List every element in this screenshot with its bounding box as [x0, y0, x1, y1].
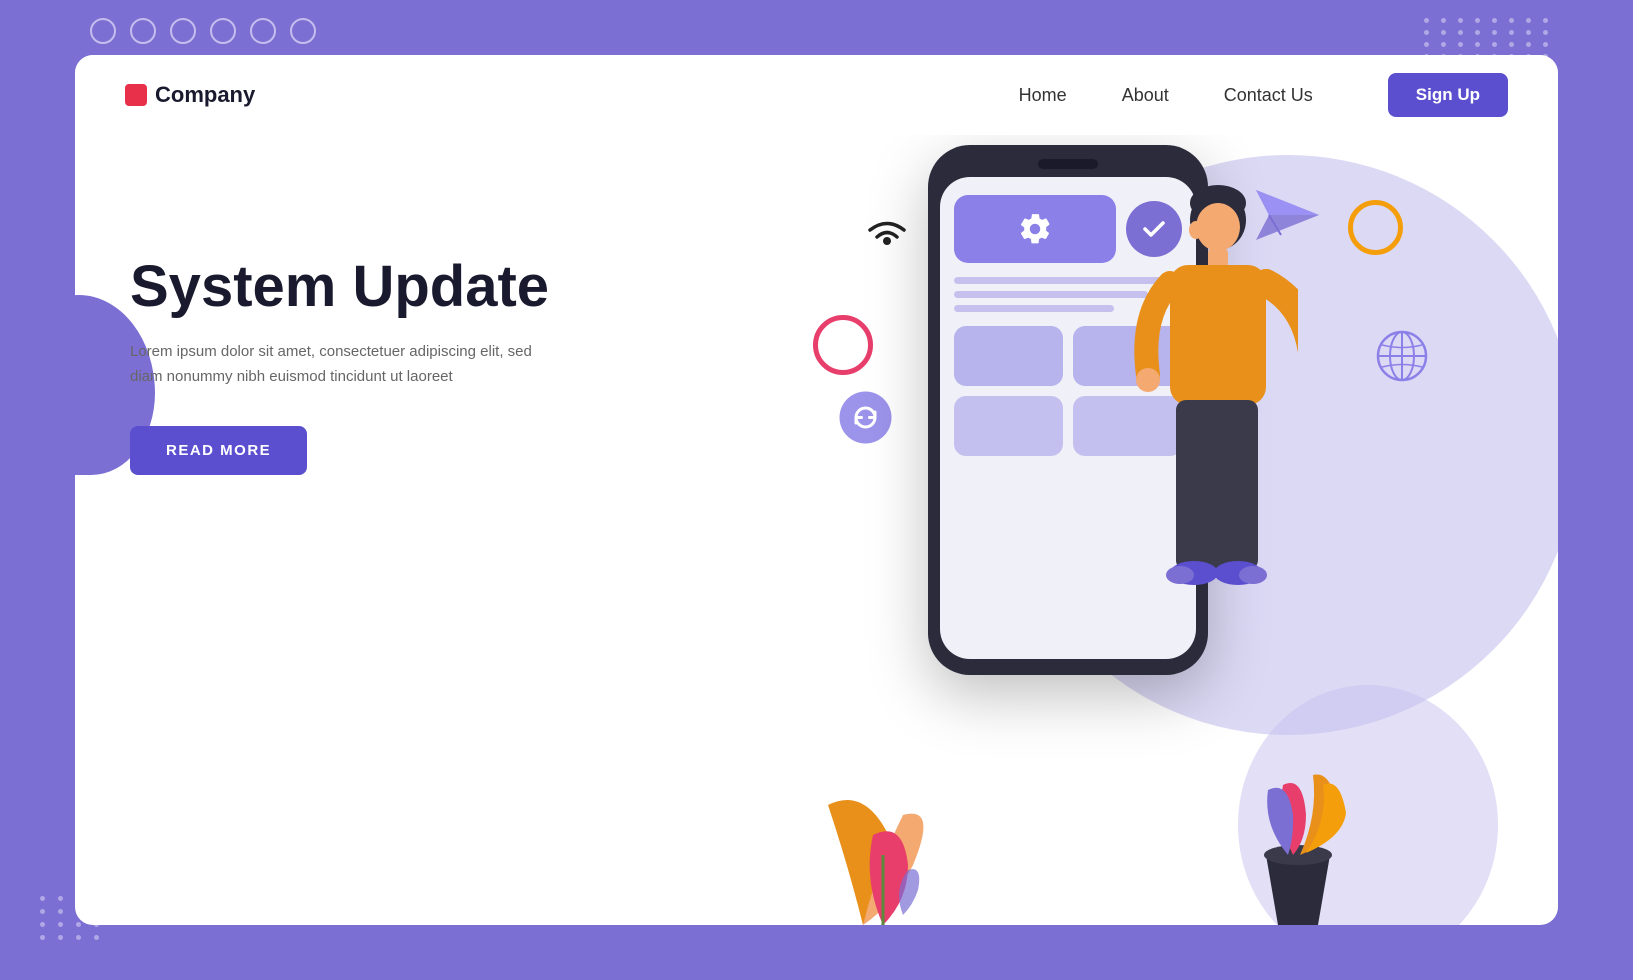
- logo-area: Company: [125, 82, 1019, 108]
- deco-dots-top-right: [1424, 18, 1553, 59]
- deco-circles-top-left: [90, 18, 316, 44]
- logo-text: Company: [155, 82, 255, 108]
- deco-circle-1: [90, 18, 116, 44]
- readmore-button[interactable]: READ MORE: [130, 426, 307, 475]
- deco-circle-6: [290, 18, 316, 44]
- phone-grid-item-1: [954, 326, 1063, 386]
- gear-icon: [1017, 211, 1053, 247]
- hero-text-area: System Update Lorem ipsum dolor sit amet…: [130, 255, 550, 475]
- wifi-icon: [863, 215, 911, 263]
- illustration-area: ✦ ✦: [658, 135, 1558, 925]
- sync-icon: [838, 390, 893, 445]
- globe-icon: [1376, 330, 1428, 382]
- hero-title: System Update: [130, 255, 550, 319]
- hero-subtitle: Lorem ipsum dolor sit amet, consectetuer…: [130, 339, 550, 390]
- plants-left-svg: [808, 705, 968, 925]
- plants-right-svg: [1228, 725, 1368, 925]
- logo-icon: [125, 84, 147, 106]
- pink-ring-decoration: [813, 315, 873, 375]
- nav-about[interactable]: About: [1122, 85, 1169, 106]
- phone-grid-item-3: [954, 396, 1063, 456]
- plants-right: [1228, 725, 1368, 925]
- deco-circle-5: [250, 18, 276, 44]
- deco-circle-3: [170, 18, 196, 44]
- hero-section: System Update Lorem ipsum dolor sit amet…: [75, 135, 1558, 925]
- phone-notch: [1038, 159, 1098, 169]
- main-card: Company Home About Contact Us Sign Up Sy…: [75, 55, 1558, 925]
- nav-home[interactable]: Home: [1019, 85, 1067, 106]
- phone-gear-card: [954, 195, 1116, 263]
- person-svg: [1098, 165, 1298, 655]
- signup-button[interactable]: Sign Up: [1388, 73, 1508, 117]
- deco-circle-4: [210, 18, 236, 44]
- person-figure: [1098, 165, 1298, 655]
- phone-line-3: [954, 305, 1114, 312]
- plants-left: [808, 705, 968, 925]
- orange-ring-decoration: [1348, 200, 1403, 255]
- nav-contact[interactable]: Contact Us: [1224, 85, 1313, 106]
- nav-links: Home About Contact Us Sign Up: [1019, 73, 1508, 117]
- deco-circle-2: [130, 18, 156, 44]
- navbar: Company Home About Contact Us Sign Up: [75, 55, 1558, 135]
